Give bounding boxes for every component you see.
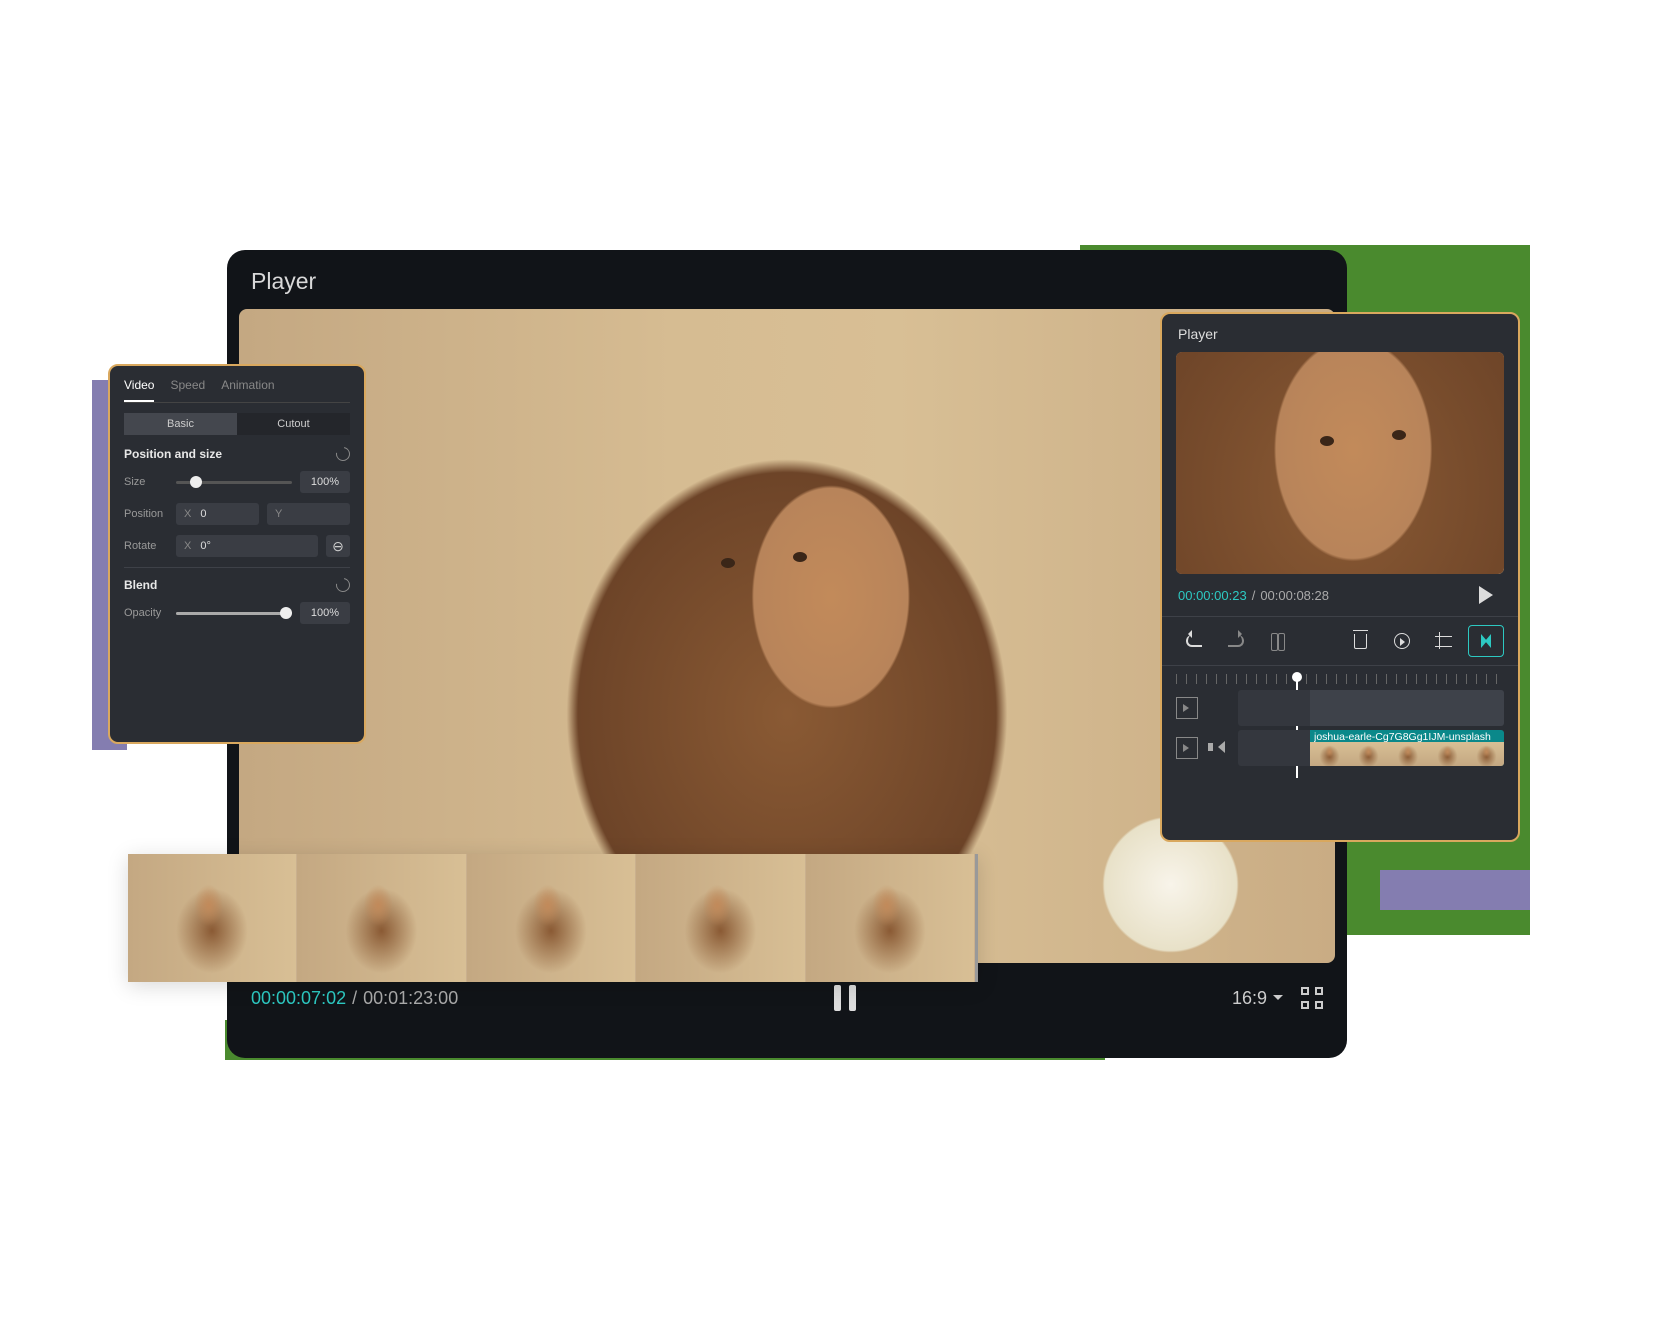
flip-button[interactable] (1468, 625, 1504, 657)
properties-panel: Video Speed Animation Basic Cutout Posit… (108, 364, 366, 744)
position-y-input[interactable]: Y (267, 503, 350, 525)
size-value[interactable]: 100% (300, 471, 350, 493)
divider (124, 567, 350, 568)
opacity-label: Opacity (124, 607, 168, 619)
timeline-clip[interactable]: joshua-earle-Cg7G8Gg1IJM-unsplash (1310, 730, 1504, 766)
aspect-ratio-selector[interactable]: 16:9 (1232, 988, 1283, 1009)
aspect-ratio-value: 16:9 (1232, 988, 1267, 1009)
size-label: Size (124, 476, 168, 488)
filmstrip-frame (297, 854, 466, 982)
main-player-title: Player (227, 250, 1347, 309)
delete-button[interactable] (1342, 625, 1378, 657)
fullscreen-button[interactable] (1301, 987, 1323, 1009)
split-button[interactable] (1260, 625, 1296, 657)
rotate-input[interactable]: X 0° (176, 535, 318, 557)
clip-thumbnail (1349, 742, 1388, 766)
timecode-separator: / (1252, 588, 1256, 603)
timeline-track[interactable] (1238, 690, 1504, 726)
timecode-current: 00:00:07:02 (251, 988, 346, 1009)
play-button[interactable] (1479, 586, 1502, 604)
timecode-total: 00:01:23:00 (363, 988, 458, 1009)
clip-thumbnail (1428, 742, 1467, 766)
preview-button[interactable] (1384, 625, 1420, 657)
reset-icon[interactable] (333, 575, 352, 594)
small-player-title: Player (1162, 314, 1518, 352)
small-player-timeline: joshua-earle-Cg7G8Gg1IJM-unsplash (1162, 666, 1518, 784)
small-player-toolbar (1162, 616, 1518, 666)
tab-speed[interactable]: Speed (170, 378, 205, 402)
rotate-label: Rotate (124, 540, 168, 552)
clip-thumbnail (1310, 742, 1349, 766)
timecode-separator: / (352, 988, 357, 1009)
filmstrip-frame (128, 854, 297, 982)
section-position-size: Position and size (124, 447, 222, 461)
chevron-down-icon (1273, 995, 1283, 1005)
redo-button[interactable] (1218, 625, 1254, 657)
properties-subtabs: Basic Cutout (124, 413, 350, 435)
properties-tabs: Video Speed Animation (124, 378, 350, 403)
filmstrip-frame (806, 854, 975, 982)
position-x-input[interactable]: X 0 (176, 503, 259, 525)
timecode-total: 00:00:08:28 (1260, 588, 1329, 603)
filmstrip-frame (636, 854, 805, 982)
reset-icon[interactable] (333, 444, 352, 463)
track-toggle-icon[interactable] (1176, 737, 1198, 759)
volume-icon[interactable] (1208, 738, 1228, 758)
clip-filename: joshua-earle-Cg7G8Gg1IJM-unsplash (1314, 731, 1504, 743)
small-player-timebar: 00:00:00:23 / 00:00:08:28 (1162, 574, 1518, 616)
position-label: Position (124, 508, 168, 520)
timecode-current: 00:00:00:23 (1178, 588, 1247, 603)
clip-thumbnail (1388, 742, 1427, 766)
video-frame-image (1176, 352, 1504, 574)
slider-thumb[interactable] (190, 476, 202, 488)
tab-animation[interactable]: Animation (221, 378, 274, 402)
small-player-panel: Player 00:00:00:23 / 00:00:08:28 (1160, 312, 1520, 842)
playhead[interactable] (1292, 672, 1302, 682)
filmstrip[interactable] (128, 854, 978, 982)
subtab-basic[interactable]: Basic (124, 413, 237, 435)
track-toggle-icon[interactable] (1176, 697, 1198, 719)
decoration-purple (1380, 870, 1530, 910)
small-player-canvas[interactable] (1176, 352, 1504, 574)
tab-video[interactable]: Video (124, 378, 154, 402)
rotate-link-button[interactable]: ⊖ (326, 535, 350, 557)
opacity-slider[interactable] (176, 612, 292, 615)
subtab-cutout[interactable]: Cutout (237, 413, 350, 435)
clip-thumbnail (1467, 742, 1504, 766)
section-blend: Blend (124, 578, 157, 592)
timeline-track[interactable]: joshua-earle-Cg7G8Gg1IJM-unsplash (1238, 730, 1504, 766)
slider-thumb[interactable] (280, 607, 292, 619)
crop-button[interactable] (1426, 625, 1462, 657)
empty-clip-region (1310, 690, 1504, 726)
pause-button[interactable] (834, 985, 856, 1011)
undo-button[interactable] (1176, 625, 1212, 657)
opacity-value[interactable]: 100% (300, 602, 350, 624)
filmstrip-frame (467, 854, 636, 982)
timeline-ruler[interactable] (1176, 674, 1504, 684)
size-slider[interactable] (176, 481, 292, 484)
